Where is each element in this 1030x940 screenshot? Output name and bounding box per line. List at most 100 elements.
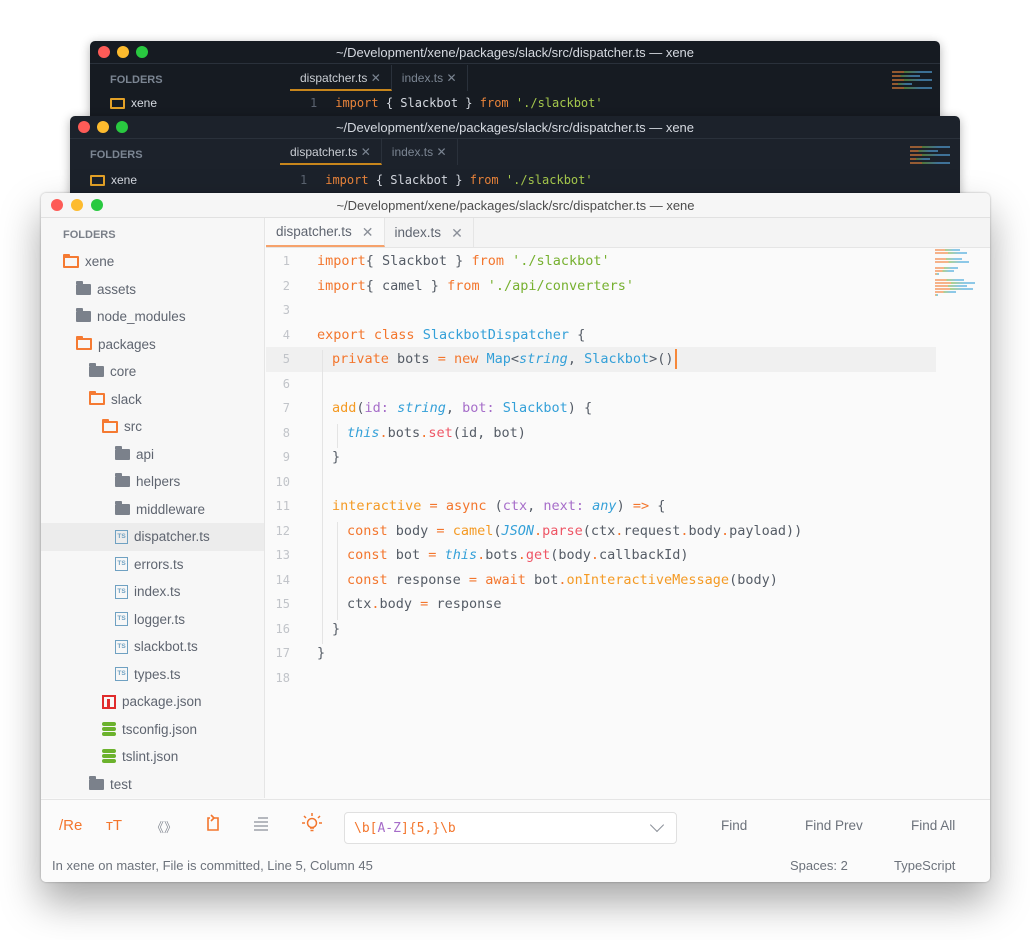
tab-dispatcher[interactable]: dispatcher.ts ✕	[290, 65, 392, 91]
code-line[interactable]: 3	[266, 298, 936, 323]
code-line[interactable]: 4 export class SlackbotDispatcher {	[266, 323, 936, 348]
find-prev-button[interactable]: Find Prev	[805, 818, 863, 833]
ts-file-icon: TS	[115, 639, 128, 654]
close-window-button[interactable]	[51, 199, 63, 211]
code-line[interactable]: 13 const bot = this.bots.get(body.callbac…	[266, 543, 936, 568]
window-titlebar: ~/Development/xene/packages/slack/src/di…	[70, 116, 960, 139]
code-line[interactable]: 15 ctx.body = response	[266, 592, 936, 617]
code-text: ctx.body = response	[347, 596, 502, 613]
minimap[interactable]	[910, 146, 950, 168]
case-sensitive-toggle[interactable]: тT	[106, 817, 122, 834]
tab-dispatcher[interactable]: dispatcher.ts ✕	[280, 139, 382, 165]
sidebar-item-xene[interactable]: xene	[110, 96, 157, 110]
code-editor[interactable]: 1 import{ Slackbot } from './slackbot' 2 im…	[266, 249, 990, 798]
syntax-selector[interactable]: TypeScript	[894, 852, 955, 880]
folder-closed-icon	[89, 775, 104, 790]
whole-word-toggle[interactable]: 《》	[151, 817, 177, 836]
code-text: interactive = async (ctx, next: any) => …	[332, 498, 666, 515]
tab-dispatcher[interactable]: dispatcher.ts ✕	[266, 218, 385, 247]
folder-closed-icon	[76, 280, 91, 295]
sidebar-item-logger-ts[interactable]: TS logger.ts	[41, 606, 264, 634]
close-window-button[interactable]	[78, 121, 90, 133]
tab-label: dispatcher.ts	[276, 223, 352, 239]
code-line[interactable]: 17}	[266, 641, 936, 666]
code-line[interactable]: 1 import{ Slackbot } from './slackbot'	[266, 249, 936, 274]
in-selection-toggle[interactable]	[253, 815, 269, 837]
close-icon[interactable]: ✕	[362, 217, 374, 247]
sidebar-item-types-ts[interactable]: TS types.ts	[41, 661, 264, 689]
sidebar-header: FOLDERS	[63, 229, 116, 241]
sidebar-item-label: tslint.json	[122, 749, 179, 765]
folder-closed-icon	[89, 363, 104, 378]
maximize-window-button[interactable]	[116, 121, 128, 133]
background-window-1: ~/Development/xene/packages/slack/src/di…	[90, 41, 940, 121]
code-line[interactable]: 5 private bots = new Map<string, Slackbot…	[266, 347, 936, 372]
minimize-window-button[interactable]	[97, 121, 109, 133]
indentation-setting[interactable]: Spaces: 2	[790, 852, 848, 880]
indent-guide	[337, 423, 338, 448]
folder-open-icon	[102, 418, 118, 433]
code-line[interactable]: 14 const response = await bot.onInteracti…	[266, 568, 936, 593]
sidebar-item-tsconfig-json[interactable]: tsconfig.json	[41, 716, 264, 744]
code-line[interactable]: 18	[266, 666, 936, 691]
sidebar-item-package-json[interactable]: package.json	[41, 688, 264, 716]
maximize-window-button[interactable]	[136, 46, 148, 58]
sidebar-item-node-modules[interactable]: node_modules	[41, 303, 264, 331]
tab-index[interactable]: index.ts ✕	[382, 139, 458, 165]
code-line[interactable]: 12 const body = camel(JSON.parse(ctx.requ…	[266, 519, 936, 544]
sidebar-item-label: package.json	[122, 694, 202, 710]
json-file-icon	[102, 749, 116, 764]
sidebar-item-errors-ts[interactable]: TS errors.ts	[41, 551, 264, 579]
code-line[interactable]: 7 add(id: string, bot: Slackbot) {	[266, 396, 936, 421]
close-icon[interactable]: ✕	[451, 218, 463, 248]
highlight-matches-toggle[interactable]	[301, 812, 323, 840]
maximize-window-button[interactable]	[91, 199, 103, 211]
sidebar-item-test[interactable]: test	[41, 771, 264, 799]
tab-index[interactable]: index.ts ✕	[392, 65, 468, 91]
code-line[interactable]: 2 import{ camel } from './api/converters'	[266, 274, 936, 299]
code-line[interactable]: 9}	[266, 445, 936, 470]
sidebar-item-label: node_modules	[97, 309, 186, 325]
code-line: 1 import { Slackbot } from './slackbot'	[300, 173, 593, 187]
sidebar-item-index-ts[interactable]: TS index.ts	[41, 578, 264, 606]
minimize-window-button[interactable]	[117, 46, 129, 58]
file-tree: xene assets node_modules packages core slack s…	[41, 248, 264, 798]
sidebar-item-helpers[interactable]: helpers	[41, 468, 264, 496]
sidebar-item-label: api	[136, 446, 155, 462]
sidebar-item-slackbot-ts[interactable]: TS slackbot.ts	[41, 633, 264, 661]
minimap[interactable]	[935, 249, 977, 296]
sidebar-item-xene[interactable]: xene	[90, 173, 137, 187]
sidebar-item-xene[interactable]: xene	[41, 248, 264, 276]
sidebar-item-dispatcher-ts[interactable]: TS dispatcher.ts	[41, 523, 264, 551]
folder-closed-icon	[115, 473, 130, 488]
close-window-button[interactable]	[98, 46, 110, 58]
regex-toggle[interactable]: /Re	[59, 817, 82, 834]
code-line[interactable]: 16}	[266, 617, 936, 642]
sidebar-item-assets[interactable]: assets	[41, 276, 264, 304]
code-line[interactable]: 6	[266, 372, 936, 397]
sidebar-item-label: xene	[85, 254, 115, 270]
window-title: ~/Development/xene/packages/slack/src/di…	[336, 198, 695, 213]
minimize-window-button[interactable]	[71, 199, 83, 211]
tab-index[interactable]: index.ts ✕	[385, 218, 474, 247]
sidebar-item-packages[interactable]: packages	[41, 331, 264, 359]
code-line[interactable]: 11 interactive = async (ctx, next: any) =…	[266, 494, 936, 519]
ts-file-icon: TS	[115, 667, 128, 682]
find-button[interactable]: Find	[721, 818, 747, 833]
code-line[interactable]: 8 this.bots.set(id, bot)	[266, 421, 936, 446]
sidebar-item-tslint-json[interactable]: tslint.json	[41, 743, 264, 771]
find-all-button[interactable]: Find All	[911, 818, 955, 833]
sidebar-item-src[interactable]: src	[41, 413, 264, 441]
folder-open-icon	[89, 391, 105, 406]
wrap-toggle[interactable]	[205, 813, 221, 837]
sidebar-item-middleware[interactable]: middleware	[41, 496, 264, 524]
sidebar-item-api[interactable]: api	[41, 441, 264, 469]
sidebar-item-core[interactable]: core	[41, 358, 264, 386]
line-number: 7	[282, 401, 290, 416]
find-input[interactable]: \b[A-Z]{5,}\b	[344, 812, 677, 844]
minimap[interactable]	[892, 71, 932, 93]
chevron-down-icon[interactable]	[649, 817, 665, 833]
code-line[interactable]: 10	[266, 470, 936, 495]
sidebar-item-slack[interactable]: slack	[41, 386, 264, 414]
line-number: 17	[275, 646, 290, 661]
